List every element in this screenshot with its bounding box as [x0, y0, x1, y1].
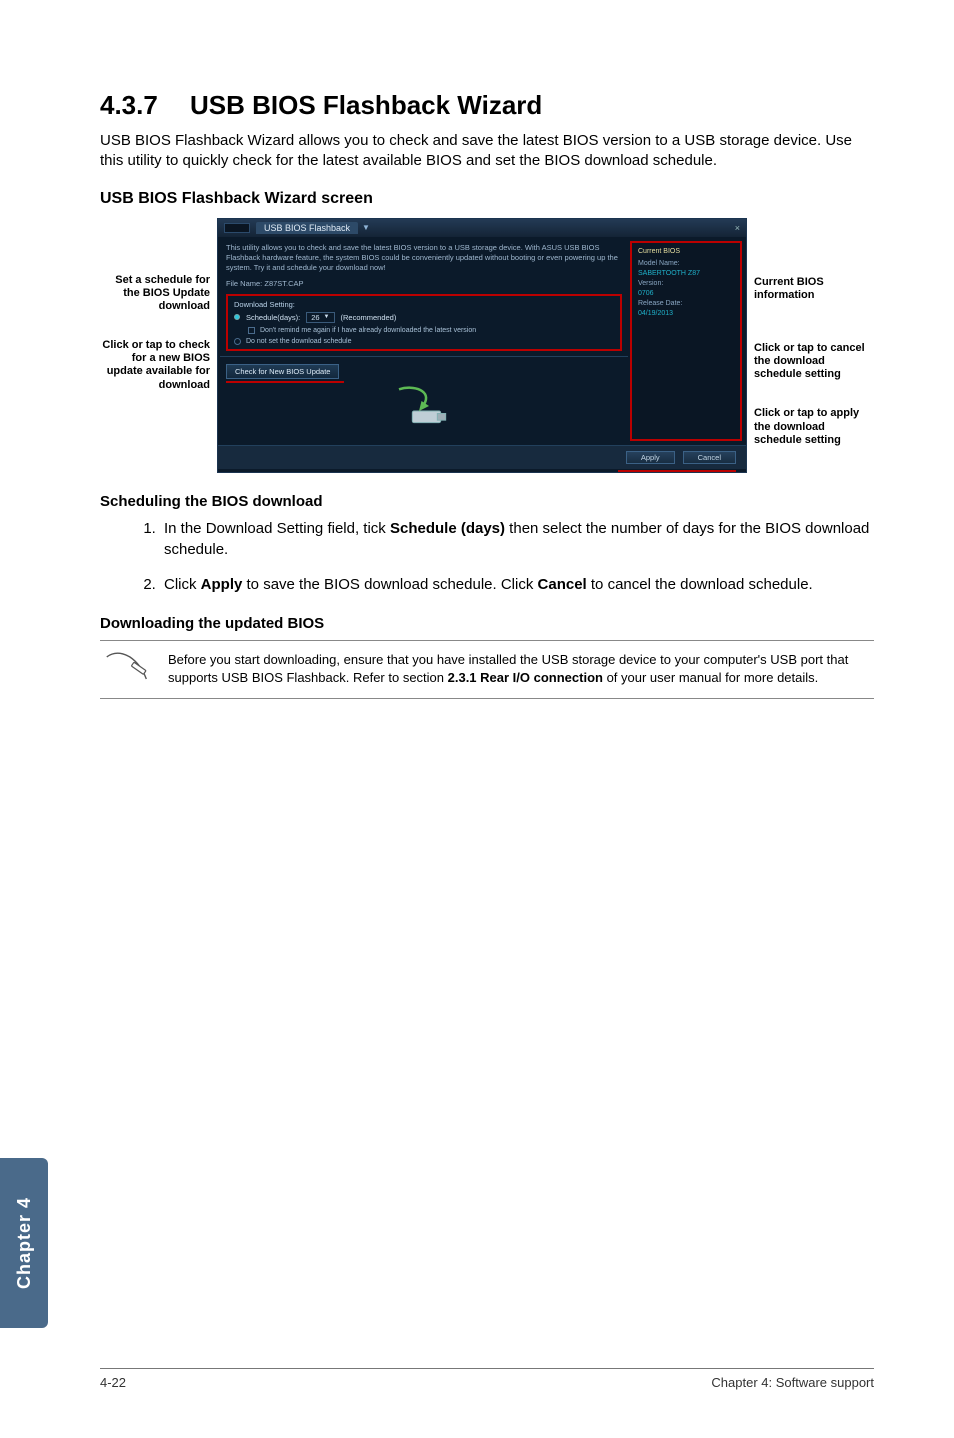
dont-remind-row[interactable]: Don't remind me again if I have already …: [234, 327, 614, 334]
callouts-right: Current BIOS information Click or tap to…: [754, 218, 874, 473]
download-setting-heading: Download Setting:: [234, 300, 614, 309]
page-footer: 4-22 Chapter 4: Software support: [100, 1368, 874, 1390]
asus-logo-icon: [224, 223, 250, 233]
step-2: Click Apply to save the BIOS download sc…: [160, 574, 874, 595]
note-box: Before you start downloading, ensure tha…: [100, 640, 874, 699]
callout-check: Click or tap to check for a new BIOS upd…: [100, 339, 210, 392]
chapter-side-tab: Chapter 4: [0, 1158, 48, 1328]
file-name-label: File Name:: [226, 279, 262, 288]
scheduling-steps: In the Download Setting field, tick Sche…: [100, 518, 874, 595]
step-1: In the Download Setting field, tick Sche…: [160, 518, 874, 560]
utility-description: This utility allows you to check and sav…: [226, 243, 622, 273]
checkbox-icon[interactable]: [248, 327, 255, 334]
file-name-row: File Name: Z87ST.CAP: [226, 279, 622, 288]
schedule-days-select[interactable]: 26 ▼: [306, 312, 334, 323]
apply-button[interactable]: Apply: [626, 451, 675, 464]
schedule-hint: (Recommended): [341, 313, 397, 322]
download-setting-box: Download Setting: Schedule(days): 26 ▼ (…: [226, 294, 622, 351]
page-number: 4-22: [100, 1375, 126, 1390]
current-bios-heading: Current BIOS: [638, 247, 734, 257]
no-schedule-label: Do not set the download schedule: [246, 338, 351, 345]
window-title-tab: USB BIOS Flashback: [256, 222, 358, 234]
footer-chapter: Chapter 4: Software support: [711, 1375, 874, 1390]
callout-schedule: Set a schedule for the BIOS Update downl…: [100, 274, 210, 314]
section-title: USB BIOS Flashback Wizard: [190, 90, 542, 120]
file-name-value: Z87ST.CAP: [264, 279, 303, 288]
no-schedule-row[interactable]: Do not set the download schedule: [234, 338, 614, 345]
section-heading: 4.3.7USB BIOS Flashback Wizard: [100, 90, 874, 121]
downloading-heading: Downloading the updated BIOS: [100, 615, 874, 632]
callout-cancel: Click or tap to cancel the download sche…: [754, 342, 874, 382]
dont-remind-label: Don't remind me again if I have already …: [260, 327, 476, 334]
version-value: 0706: [638, 290, 654, 297]
flashback-screenshot: USB BIOS Flashback ▼ × This utility allo…: [217, 218, 747, 473]
radio-selected-icon[interactable]: [234, 314, 240, 320]
cancel-button[interactable]: Cancel: [683, 451, 736, 464]
window-titlebar: USB BIOS Flashback ▼ ×: [218, 219, 746, 237]
section-number: 4.3.7: [100, 90, 190, 121]
release-date-value: 04/19/2013: [638, 310, 673, 317]
current-bios-panel: Current BIOS Model Name: SABERTOOTH Z87 …: [630, 241, 742, 441]
apply-cancel-bar: Apply Cancel: [218, 445, 746, 469]
release-date-label: Release Date:: [638, 300, 682, 307]
schedule-days-value: 26: [311, 313, 319, 322]
schedule-radio-row[interactable]: Schedule(days): 26 ▼ (Recommended): [234, 312, 614, 323]
callout-underline-icon: [618, 470, 736, 472]
note-text: Before you start downloading, ensure tha…: [168, 651, 870, 687]
scheduling-heading: Scheduling the BIOS download: [100, 493, 874, 510]
radio-unselected-icon[interactable]: [234, 338, 241, 345]
check-bios-button[interactable]: Check for New BIOS Update: [226, 364, 339, 379]
callouts-left: Set a schedule for the BIOS Update downl…: [100, 218, 210, 473]
intro-paragraph: USB BIOS Flashback Wizard allows you to …: [100, 131, 874, 172]
close-icon[interactable]: ×: [735, 223, 740, 233]
model-label: Model Name:: [638, 260, 680, 267]
chapter-tab-label: Chapter 4: [14, 1197, 35, 1289]
note-pencil-icon: [104, 651, 150, 688]
dropdown-arrow-icon: ▼: [362, 223, 370, 232]
callout-apply: Click or tap to apply the download sched…: [754, 407, 874, 447]
version-label: Version:: [638, 280, 663, 287]
schedule-label: Schedule(days):: [246, 313, 300, 322]
callout-current-bios: Current BIOS information: [754, 276, 874, 302]
chevron-down-icon: ▼: [324, 314, 330, 320]
model-value: SABERTOOTH Z87: [638, 270, 700, 277]
screen-subheading: USB BIOS Flashback Wizard screen: [100, 190, 874, 208]
figure-row: Set a schedule for the BIOS Update downl…: [100, 218, 874, 473]
usb-stick-art-icon: [226, 383, 622, 439]
